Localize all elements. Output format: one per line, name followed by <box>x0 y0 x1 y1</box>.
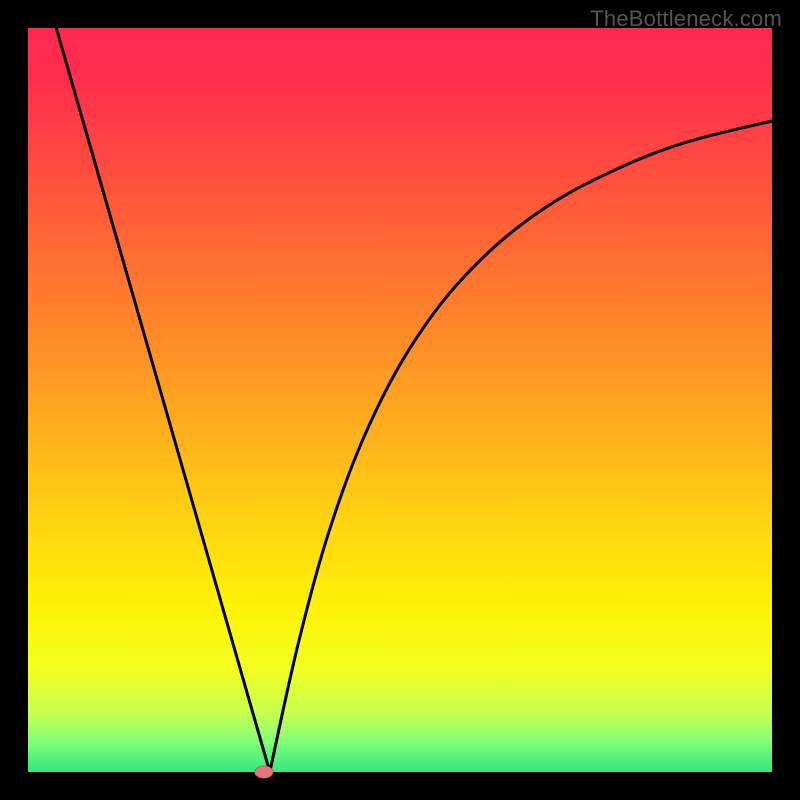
chart-frame: TheBottleneck.com <box>0 0 800 800</box>
plot-background <box>28 28 772 772</box>
chart-canvas <box>0 0 800 800</box>
min-point-marker <box>255 766 273 778</box>
watermark-text: TheBottleneck.com <box>590 6 782 32</box>
